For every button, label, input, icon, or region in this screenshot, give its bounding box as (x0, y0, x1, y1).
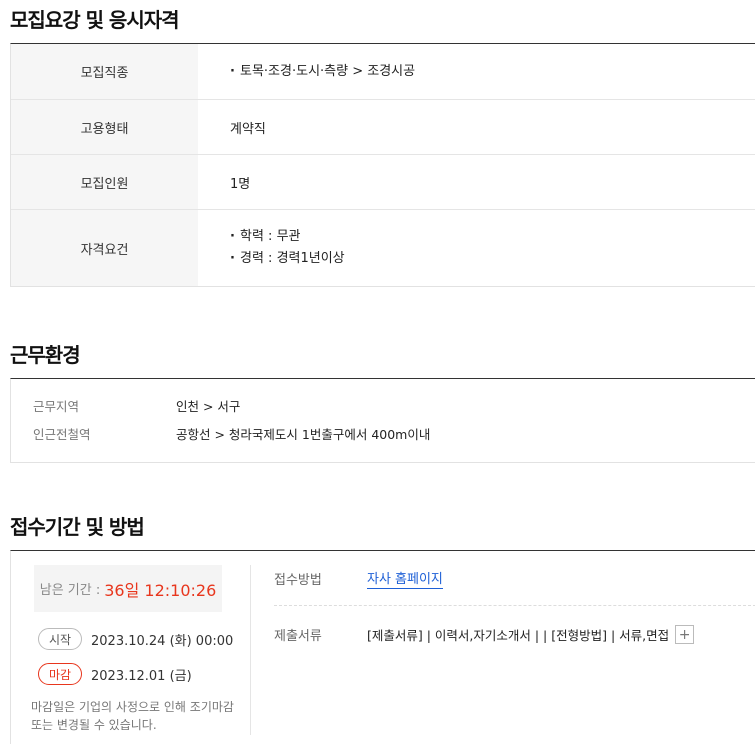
row-value: 1명 (198, 155, 755, 209)
row-label: 고용형태 (11, 100, 198, 154)
docs-label: 제출서류 (274, 629, 322, 644)
employment-value: 계약직 (230, 121, 266, 137)
environment-section-title: 근무환경 (10, 343, 81, 367)
env-value: 인천 > 서구 (176, 399, 241, 414)
end-date: 2023.12.01 (금) (91, 668, 192, 684)
end-date-row: 마감 2023.12.01 (금) (38, 663, 192, 685)
recruit-row-job-type: 모집직종 토목·조경·도시·측량 > 조경시공 (11, 44, 755, 100)
dashed-divider (274, 605, 755, 606)
experience-value: 경력 : 경력1년이상 (230, 248, 755, 270)
column-divider (250, 565, 251, 735)
recruit-section-title: 모집요강 및 응시자격 (10, 8, 180, 32)
row-label: 모집직종 (11, 44, 198, 99)
env-label: 인근전철역 (33, 427, 91, 442)
education-value: 학력 : 무관 (230, 226, 755, 248)
recruit-row-qualification: 자격요건 학력 : 무관 경력 : 경력1년이상 (11, 210, 755, 286)
recruit-row-headcount: 모집인원 1명 (11, 155, 755, 210)
expand-docs-button[interactable]: + (675, 625, 695, 644)
company-homepage-link[interactable]: 자사 홈페이지 (367, 568, 443, 589)
end-badge: 마감 (38, 663, 82, 685)
deadline-notice: 마감일은 기업의 사정으로 인해 조기마감 또는 변경될 수 있습니다. (31, 700, 234, 732)
start-badge: 시작 (38, 628, 82, 650)
remaining-label: 남은 기간 : (39, 583, 101, 598)
row-label: 모집인원 (11, 155, 198, 209)
recruit-row-employment: 고용형태 계약직 (11, 100, 755, 155)
row-label: 자격요건 (11, 210, 198, 286)
env-row-subway: 인근전철역 공항선 > 청라국제도시 1번출구에서 400m이내 (33, 424, 430, 443)
recruit-table: 모집직종 토목·조경·도시·측량 > 조경시공 고용형태 계약직 모집인원 1명… (10, 43, 755, 287)
application-section-title: 접수기간 및 방법 (10, 515, 145, 539)
headcount-value: 1명 (230, 176, 251, 192)
start-date: 2023.10.24 (화) 00:00 (91, 633, 234, 649)
row-value: 학력 : 무관 경력 : 경력1년이상 (198, 210, 755, 286)
environment-box: 근무지역 인천 > 서구 인근전철역 공항선 > 청라국제도시 1번출구에서 4… (10, 378, 755, 463)
env-row-location: 근무지역 인천 > 서구 (33, 396, 240, 415)
row-value: 계약직 (198, 100, 755, 154)
method-row: 접수방법 자사 홈페이지 (274, 568, 443, 589)
method-label: 접수방법 (274, 573, 322, 588)
docs-value: [제출서류] | 이력서,자기소개서 | | [전형방법] | 서류,면접 (367, 628, 670, 643)
start-date-row: 시작 2023.10.24 (화) 00:00 (38, 628, 233, 650)
docs-row: 제출서류 [제출서류] | 이력서,자기소개서 | | [전형방법] | 서류,… (274, 625, 695, 644)
row-value: 토목·조경·도시·측량 > 조경시공 (198, 44, 755, 99)
application-box: 남은 기간 : 36일 12:10:26 시작 2023.10.24 (화) 0… (10, 550, 755, 744)
env-value: 공항선 > 청라국제도시 1번출구에서 400m이내 (176, 427, 431, 442)
env-label: 근무지역 (33, 399, 80, 414)
job-type-value: 토목·조경·도시·측량 > 조경시공 (230, 61, 755, 83)
remaining-countdown: 36일 12:10:26 (104, 580, 217, 600)
remaining-time-box: 남은 기간 : 36일 12:10:26 (34, 565, 222, 612)
